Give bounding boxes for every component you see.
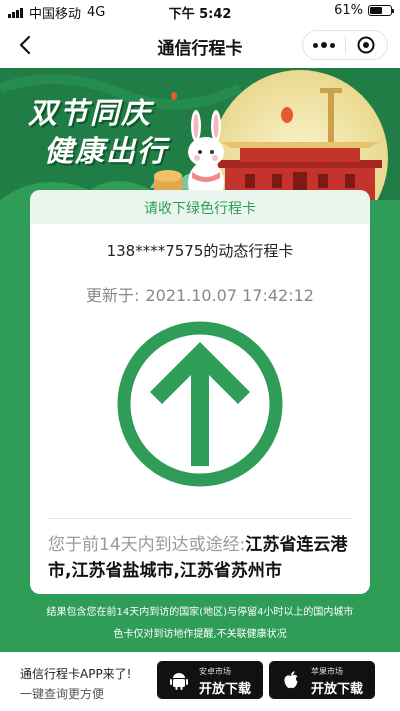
route-text: 您于前14天内到达或途经:江苏省连云港市,江苏省盐城市,江苏省苏州市	[48, 532, 356, 584]
status-right: 61%	[334, 3, 394, 18]
target-close-icon	[357, 36, 375, 54]
card-header-label: 请收下绿色行程卡	[144, 201, 256, 217]
apple-icon	[284, 671, 298, 689]
android-icon	[170, 673, 188, 690]
phone-line: 138****7575的动态行程卡	[106, 242, 294, 260]
close-button[interactable]	[346, 31, 387, 59]
dot-icon	[330, 42, 335, 48]
battery-percent: 61%	[334, 3, 363, 18]
dot-icon	[321, 42, 327, 48]
apple-download-label: 开放下载	[311, 682, 364, 697]
travel-card: 请收下绿色行程卡 138****7575的动态行程卡 更新于: 2021.10.0…	[30, 190, 370, 594]
battery-icon	[368, 5, 394, 16]
nav-bar: 通信行程卡	[0, 22, 400, 68]
banner-line-2: 健康出行	[44, 134, 169, 168]
card-divider	[48, 518, 352, 519]
arrow-up-circle-icon	[117, 321, 283, 487]
green-arrow-badge	[116, 320, 284, 488]
promo-title: 通信行程卡APP来了!	[20, 667, 132, 681]
dot-icon	[313, 42, 318, 48]
android-store-label: 安卓市场	[199, 667, 231, 676]
updated-time: 2021.10.07 17:42:12	[145, 286, 314, 305]
apple-store-label: 苹果市场	[311, 667, 343, 676]
footnote-line-1: 结果包含您在前14天内到访的国家(地区)与停留4小时以上的国内城市	[46, 607, 354, 618]
more-button[interactable]	[303, 31, 345, 59]
apple-download-button[interactable]: 苹果市场 开放下载	[269, 661, 375, 699]
android-download-button[interactable]: 安卓市场 开放下载	[157, 661, 263, 699]
download-bar: 通信行程卡APP来了! 一键查询更方便 安卓市场 开放下载 苹果市场 开放下载	[0, 652, 400, 711]
banner-line-1: 双节同庆	[28, 96, 153, 130]
promo-subtitle: 一键查询更方便	[20, 687, 105, 701]
card-header: 请收下绿色行程卡	[30, 190, 370, 224]
status-bar: 中国移动 4G 下午 5:42 61%	[0, 0, 400, 22]
updated-line: 更新于: 2021.10.07 17:42:12	[30, 282, 370, 306]
holiday-banner: 双节同庆 健康出行	[0, 68, 400, 200]
footnote-line-2: 色卡仅对到访地作提醒,不关联健康状况	[113, 629, 287, 640]
updated-label: 更新于:	[86, 286, 140, 305]
route-label: 您于前14天内到达或途经:	[48, 535, 246, 555]
mini-program-capsule	[302, 30, 388, 60]
android-download-label: 开放下载	[199, 682, 252, 697]
